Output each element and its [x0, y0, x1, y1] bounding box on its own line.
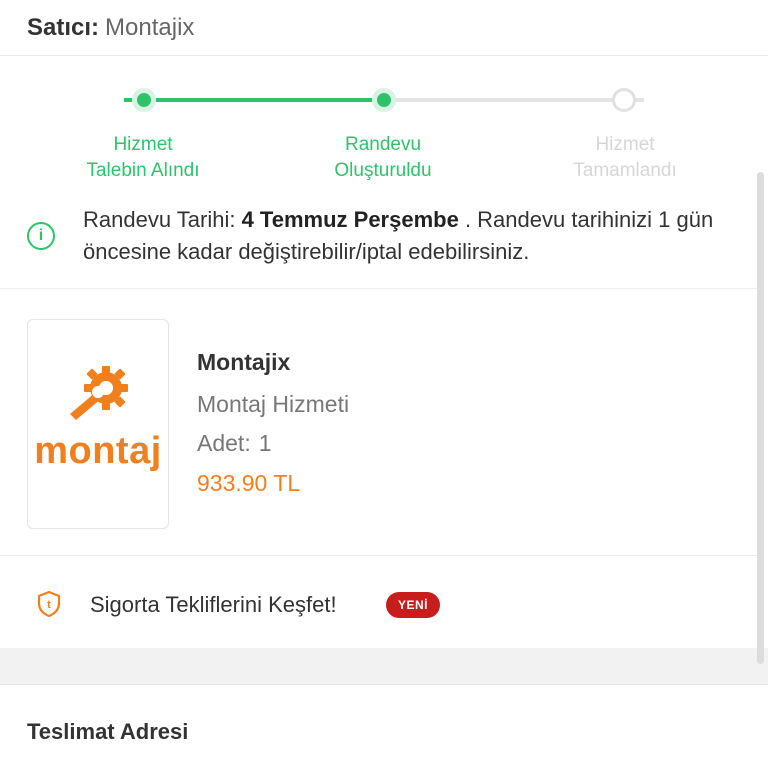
seller-name[interactable]: Montajix: [105, 14, 194, 42]
info-icon: i: [27, 222, 55, 250]
step-3-label: Hizmet Tamamlandı: [573, 134, 677, 181]
appointment-info: i Randevu Tarihi: 4 Temmuz Perşembe . Ra…: [0, 200, 760, 286]
delivery-address-section[interactable]: Teslimat Adresi: [0, 684, 768, 768]
wrench-gear-icon: [70, 366, 128, 420]
product-type: Montaj Hizmeti: [197, 391, 350, 417]
progress-track-pending: [384, 98, 644, 102]
new-badge: YENİ: [386, 592, 440, 618]
step-2-dot: [372, 88, 396, 112]
product-price: 933.90 TL: [197, 470, 301, 496]
product-name[interactable]: Montajix: [197, 349, 290, 376]
step-2-label: Randevu Oluşturuldu: [334, 134, 432, 181]
scrollbar[interactable]: [757, 172, 764, 664]
step-1-label: Hizmet Talebin Alındı: [86, 134, 200, 181]
quantity-value: 1: [258, 430, 272, 456]
svg-text:t: t: [47, 599, 51, 611]
product-card[interactable]: montaj Montajix Montaj Hizmeti Adet: 1 93…: [0, 288, 760, 556]
seller-bar[interactable]: Satıcı: Montajix: [0, 0, 768, 56]
product-quantity: Adet: 1: [197, 430, 272, 457]
progress-track-completed: [124, 98, 382, 102]
step-1-dot: [132, 88, 156, 112]
product-logo-text: montaj: [34, 430, 162, 472]
appointment-info-text: Randevu Tarihi: 4 Temmuz Perşembe . Rand…: [83, 204, 743, 268]
insurance-offers-label[interactable]: Sigorta Tekliflerini Keşfet!: [90, 592, 337, 618]
delivery-address-title: Teslimat Adresi: [27, 719, 189, 744]
shield-icon: t: [37, 590, 61, 618]
quantity-label: Adet:: [197, 430, 251, 456]
section-divider: [0, 648, 768, 684]
product-thumbnail[interactable]: montaj: [27, 319, 169, 529]
step-3-dot: [612, 88, 636, 112]
appointment-date: 4 Temmuz Perşembe: [241, 207, 459, 232]
insurance-offers-row[interactable]: t Sigorta Tekliflerini Keşfet! YENİ: [0, 556, 760, 648]
seller-label: Satıcı:: [27, 13, 100, 41]
info-prefix: Randevu Tarihi:: [83, 207, 242, 232]
order-progress-stepper: Hizmet Talebin Alındı Randevu Oluşturuld…: [0, 56, 768, 186]
